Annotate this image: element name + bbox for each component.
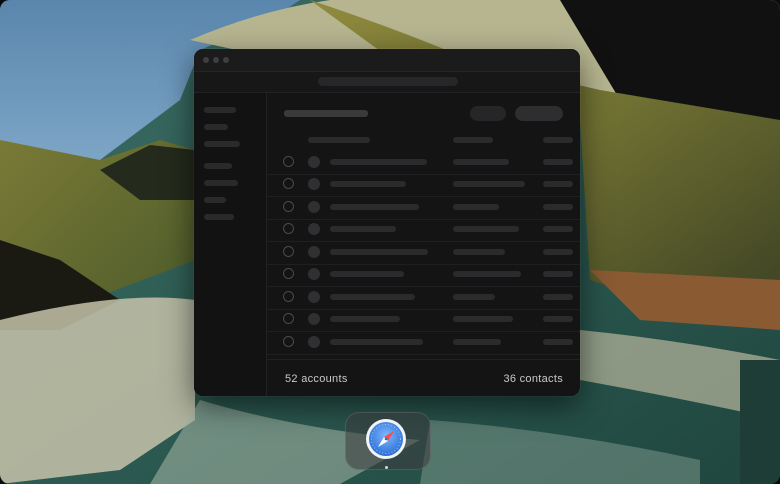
avatar [308, 201, 320, 213]
app-window[interactable]: 52 accounts 36 contacts [194, 49, 580, 396]
avatar [308, 313, 320, 325]
accounts-count: 52 accounts [285, 373, 348, 385]
cell-placeholder [453, 339, 501, 345]
cell-placeholder [453, 226, 519, 232]
row-select-radio[interactable] [283, 313, 294, 324]
main-content [267, 93, 580, 396]
table-row[interactable] [267, 309, 580, 332]
name-placeholder [330, 294, 415, 300]
cell-placeholder [453, 159, 509, 165]
name-placeholder [330, 271, 404, 277]
table-row[interactable] [267, 219, 580, 242]
dock [345, 412, 431, 470]
avatar [308, 291, 320, 303]
compass-icon[interactable] [364, 417, 408, 461]
name-placeholder [330, 204, 419, 210]
contacts-count: 36 contacts [503, 373, 563, 385]
sidebar [194, 93, 267, 396]
column-header-placeholder[interactable] [308, 137, 370, 143]
minimize-window-button[interactable] [213, 57, 219, 63]
cell-placeholder [453, 316, 513, 322]
cell-placeholder [543, 181, 573, 187]
cell-placeholder [543, 249, 573, 255]
toolbar [194, 72, 580, 93]
primary-button-placeholder[interactable] [515, 106, 563, 121]
table-row[interactable] [267, 332, 580, 355]
row-select-radio[interactable] [283, 268, 294, 279]
cell-placeholder [543, 316, 573, 322]
cell-placeholder [543, 159, 573, 165]
sidebar-item-placeholder[interactable] [204, 197, 226, 203]
column-header-placeholder[interactable] [543, 137, 573, 143]
avatar [308, 156, 320, 168]
cell-placeholder [453, 181, 525, 187]
row-select-radio[interactable] [283, 201, 294, 212]
avatar [308, 178, 320, 190]
cell-placeholder [543, 339, 573, 345]
table-row[interactable] [267, 264, 580, 287]
status-footer: 52 accounts 36 contacts [267, 359, 580, 396]
page-title-placeholder [284, 110, 368, 117]
column-header-placeholder[interactable] [453, 137, 493, 143]
cell-placeholder [543, 294, 573, 300]
name-placeholder [330, 181, 406, 187]
table-row[interactable] [267, 174, 580, 197]
cell-placeholder [453, 249, 505, 255]
sidebar-item-placeholder[interactable] [204, 180, 238, 186]
name-placeholder [330, 226, 396, 232]
cell-placeholder [453, 294, 495, 300]
sidebar-item-placeholder[interactable] [204, 141, 240, 147]
table-row[interactable] [267, 197, 580, 220]
avatar [308, 246, 320, 258]
name-placeholder [330, 159, 427, 165]
cell-placeholder [453, 204, 499, 210]
row-select-radio[interactable] [283, 178, 294, 189]
sidebar-item-placeholder[interactable] [204, 107, 236, 113]
table-row[interactable] [267, 152, 580, 175]
title-bar[interactable] [194, 49, 580, 72]
cell-placeholder [543, 271, 573, 277]
row-select-radio[interactable] [283, 246, 294, 257]
toolbar-button-placeholder[interactable] [470, 106, 506, 121]
name-placeholder [330, 316, 400, 322]
sidebar-item-placeholder[interactable] [204, 214, 234, 220]
row-select-radio[interactable] [283, 223, 294, 234]
avatar [308, 336, 320, 348]
name-placeholder [330, 339, 423, 345]
table-row[interactable] [267, 287, 580, 310]
running-indicator [385, 466, 388, 469]
avatar [308, 268, 320, 280]
row-select-radio[interactable] [283, 156, 294, 167]
cell-placeholder [453, 271, 521, 277]
sidebar-item-placeholder[interactable] [204, 124, 228, 130]
cell-placeholder [543, 204, 573, 210]
cell-placeholder [543, 226, 573, 232]
row-select-radio[interactable] [283, 336, 294, 347]
address-bar-placeholder[interactable] [318, 77, 458, 86]
row-select-radio[interactable] [283, 291, 294, 302]
name-placeholder [330, 249, 428, 255]
close-window-button[interactable] [203, 57, 209, 63]
avatar [308, 223, 320, 235]
zoom-window-button[interactable] [223, 57, 229, 63]
table-row[interactable] [267, 242, 580, 265]
sidebar-item-placeholder[interactable] [204, 163, 232, 169]
